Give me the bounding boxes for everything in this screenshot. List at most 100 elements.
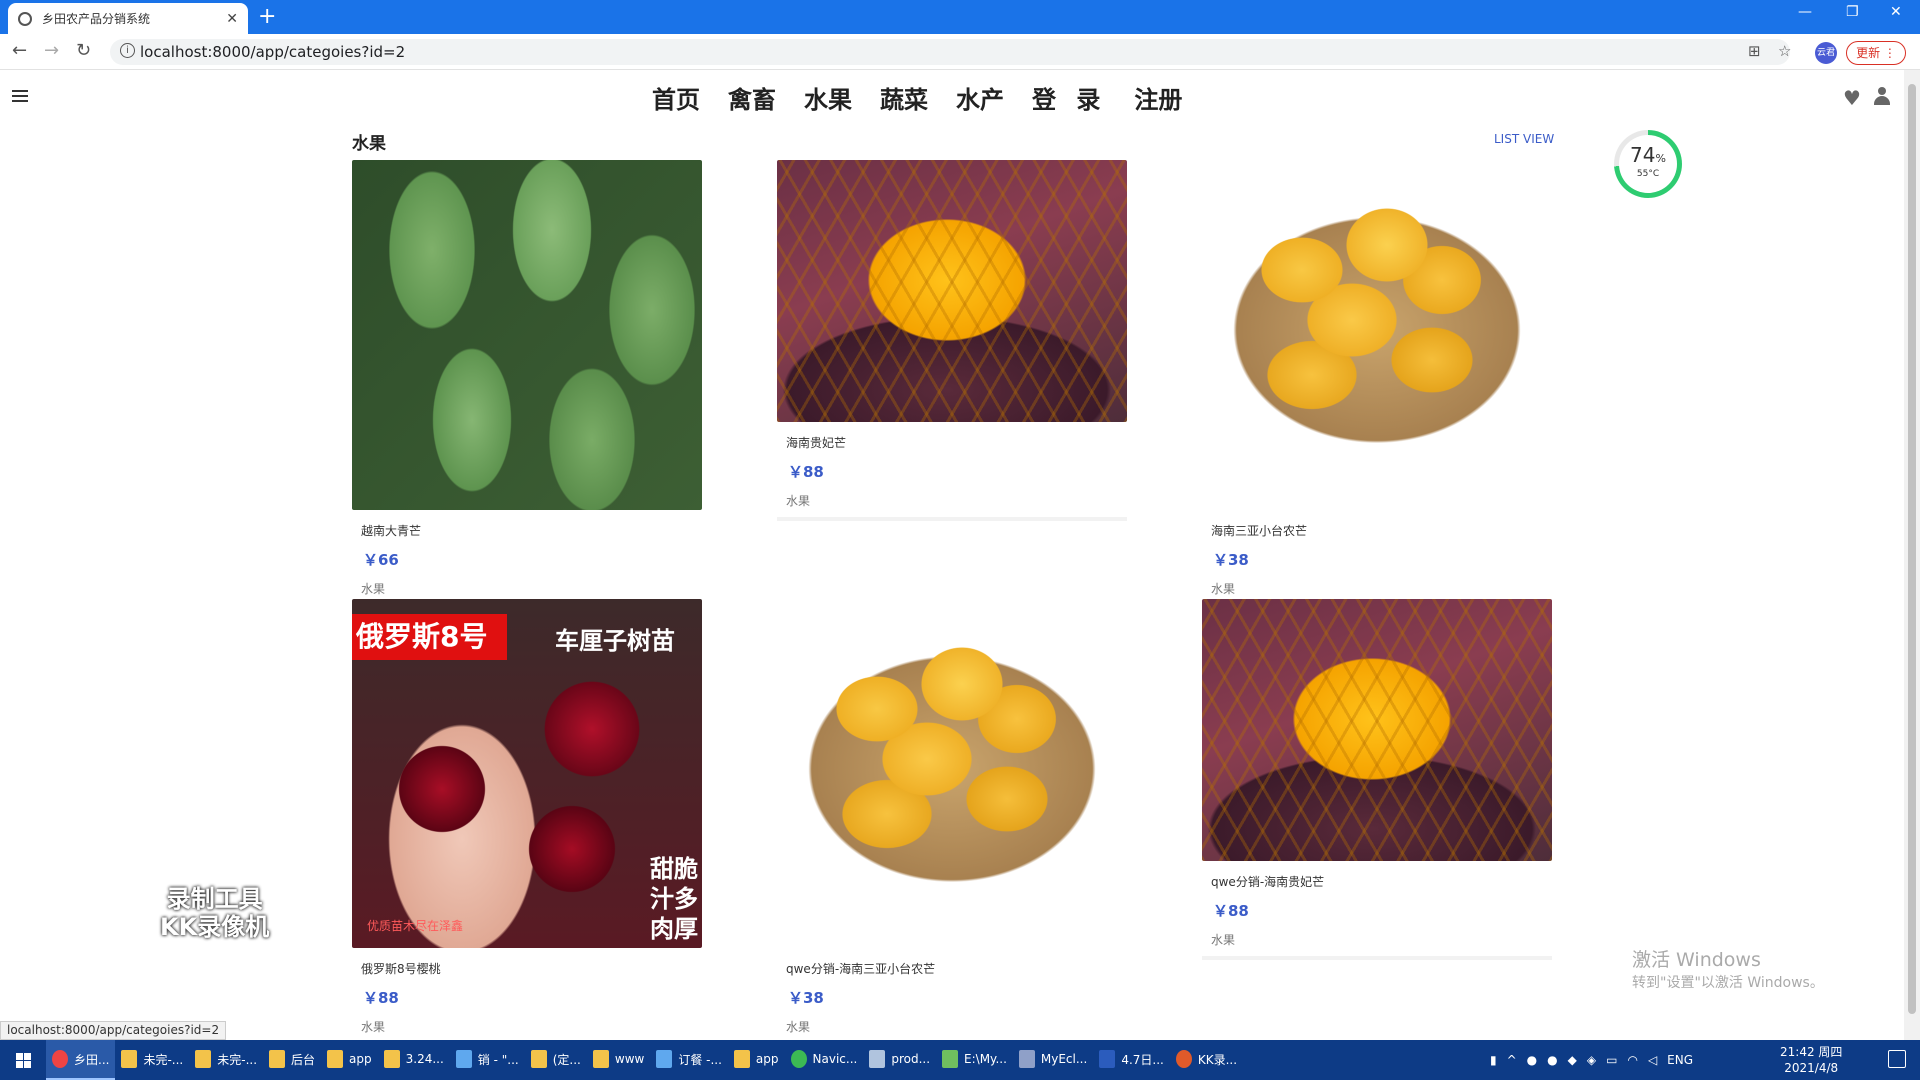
kk-watermark-line1: 录制工具 — [166, 885, 263, 913]
taskbar-item[interactable]: 3.24... — [378, 1040, 450, 1080]
taskbar-item[interactable]: prod... — [863, 1040, 936, 1080]
product-category: 水果 — [786, 1020, 811, 1034]
windows-start-icon[interactable] — [0, 1040, 46, 1080]
product-card[interactable]: 越南大青芒 ￥66 水果 — [352, 160, 702, 597]
new-tab-icon[interactable]: + — [258, 5, 276, 29]
main-nav: 首页 禽畜 水果 蔬菜 水产 登 录 注册 — [652, 80, 1182, 115]
product-name[interactable]: qwe分销-海南贵妃芒 — [1211, 873, 1552, 890]
taskbar-item[interactable]: MyEcl... — [1013, 1040, 1093, 1080]
address-url: localhost:8000/app/categoies?id=2 — [140, 43, 406, 61]
product-card[interactable]: qwe分销-海南三亚小台农芒 ￥38 水果 — [777, 599, 1127, 1035]
product-card[interactable]: qwe分销-海南贵妃芒 ￥88 水果 — [1202, 599, 1552, 960]
list-view-link[interactable]: LIST VIEW — [1494, 132, 1554, 146]
network-icon[interactable]: ▭ — [1606, 1053, 1617, 1067]
image-banner2-text: 车厘子树苗 — [555, 627, 675, 655]
shield-icon[interactable]: ◈ — [1587, 1053, 1596, 1067]
product-image[interactable] — [777, 599, 1127, 948]
nav-register[interactable]: 注册 — [1134, 80, 1182, 115]
product-image[interactable] — [352, 160, 702, 510]
reload-icon[interactable]: ↻ — [76, 40, 91, 61]
taskbar-item[interactable]: (定... — [525, 1040, 587, 1080]
tray-app-icon[interactable]: ● — [1547, 1053, 1557, 1067]
wifi-icon[interactable]: ◠ — [1627, 1053, 1637, 1067]
kk-recorder-icon — [1175, 1050, 1192, 1068]
tab-close-icon[interactable]: ✕ — [226, 11, 238, 27]
taskbar-item[interactable]: 销 - "... — [450, 1040, 525, 1080]
image-banner-text: 俄罗斯8号 — [352, 614, 507, 660]
taskbar-item[interactable]: app — [321, 1040, 378, 1080]
product-name[interactable]: 海南贵妃芒 — [786, 434, 1127, 451]
notification-icon[interactable] — [1888, 1050, 1906, 1068]
product-name[interactable]: 越南大青芒 — [361, 522, 702, 539]
kk-watermark-line2: KK录像机 — [160, 913, 270, 941]
product-image[interactable] — [777, 160, 1127, 422]
folder-icon — [269, 1050, 286, 1068]
taskbar-item[interactable]: app — [728, 1040, 785, 1080]
nav-aquatic[interactable]: 水产 — [956, 80, 1004, 115]
profile-avatar[interactable]: 云君 — [1815, 42, 1837, 64]
taskbar-item[interactable]: 后台 — [263, 1040, 321, 1080]
gauge-percent: 74% — [1630, 143, 1666, 167]
product-image[interactable]: 俄罗斯8号 车厘子树苗 甜脆汁多肉厚 优质苗木尽在泽鑫 — [352, 599, 702, 948]
taskbar-item[interactable]: 4.7日... — [1093, 1040, 1170, 1080]
product-name[interactable]: 俄罗斯8号樱桃 — [361, 960, 702, 977]
translate-icon[interactable]: ⊞ — [1748, 42, 1761, 60]
tray-app-icon[interactable]: ● — [1527, 1053, 1537, 1067]
nav-livestock[interactable]: 禽畜 — [728, 80, 776, 115]
product-card[interactable]: 海南三亚小台农芒 ￥38 水果 — [1202, 160, 1552, 597]
nav-fruit[interactable]: 水果 — [804, 80, 852, 115]
product-image[interactable] — [1202, 599, 1552, 861]
taskbar-item[interactable]: 订餐 -... — [650, 1040, 728, 1080]
clock-time: 21:42 周四 — [1780, 1045, 1843, 1059]
editor-icon — [942, 1050, 959, 1068]
kk-recorder-watermark: 录制工具 KK录像机 — [160, 885, 269, 941]
taskbar-item[interactable]: KK录... — [1170, 1040, 1243, 1080]
taskbar-item[interactable]: 未完-... — [115, 1040, 189, 1080]
update-button[interactable]: 更新 ⋮ — [1846, 41, 1906, 65]
menu-icon[interactable] — [12, 90, 28, 102]
browser-tab[interactable]: 乡田农产品分销系统 ✕ — [8, 3, 248, 34]
minimize-icon[interactable]: — — [1798, 4, 1812, 20]
product-category: 水果 — [1211, 933, 1236, 947]
nav-login[interactable]: 登 录 — [1032, 80, 1106, 115]
taskbar-item[interactable]: 未完-... — [189, 1040, 263, 1080]
volume-icon[interactable]: ◁ — [1648, 1053, 1657, 1067]
back-icon[interactable]: ← — [12, 40, 27, 61]
product-price: ￥88 — [363, 989, 399, 1007]
taskbar-item[interactable]: E:\My... — [936, 1040, 1013, 1080]
site-info-icon[interactable]: i — [120, 43, 135, 58]
product-card[interactable]: 海南贵妃芒 ￥88 水果 — [777, 160, 1127, 521]
star-icon[interactable]: ☆ — [1778, 42, 1791, 60]
tray-expand-icon[interactable]: ^ — [1507, 1053, 1517, 1067]
language-indicator[interactable]: ENG — [1667, 1053, 1693, 1067]
battery-icon[interactable]: ▮ — [1490, 1053, 1497, 1067]
system-tray: ▮ ^ ● ● ◆ ◈ ▭ ◠ ◁ ENG — [1490, 1040, 1693, 1080]
chrome-icon — [52, 1050, 68, 1068]
user-icon[interactable] — [1874, 87, 1890, 105]
cpu-gauge: 74% 55°C — [1614, 130, 1682, 198]
bell-icon[interactable]: ◆ — [1568, 1053, 1577, 1067]
window-close-icon[interactable]: ✕ — [1890, 4, 1902, 20]
taskbar-item[interactable]: 乡田... — [46, 1040, 116, 1080]
nav-vegetables[interactable]: 蔬菜 — [880, 80, 928, 115]
nav-home[interactable]: 首页 — [652, 80, 700, 115]
app-icon — [656, 1050, 673, 1068]
scrollbar-thumb[interactable] — [1908, 84, 1916, 1014]
restore-icon[interactable]: ❐ — [1846, 4, 1859, 20]
product-name[interactable]: qwe分销-海南三亚小台农芒 — [786, 960, 1127, 977]
taskbar-clock[interactable]: 21:42 周四 2021/4/8 — [1780, 1044, 1842, 1076]
taskbar-item[interactable]: www — [587, 1040, 650, 1080]
address-bar[interactable]: i localhost:8000/app/categoies?id=2 — [110, 39, 1790, 65]
gauge-temp: 55°C — [1636, 169, 1660, 179]
product-card[interactable]: 俄罗斯8号 车厘子树苗 甜脆汁多肉厚 优质苗木尽在泽鑫 俄罗斯8号樱桃 ￥88 … — [352, 599, 702, 1035]
product-price: ￥66 — [363, 551, 399, 569]
page-scrollbar[interactable] — [1904, 70, 1920, 1040]
card-divider — [777, 517, 1127, 521]
image-foot-text: 优质苗木尽在泽鑫 — [367, 919, 464, 933]
heart-icon[interactable]: ♥ — [1843, 86, 1861, 110]
product-price: ￥38 — [788, 989, 824, 1007]
forward-icon[interactable]: → — [44, 40, 59, 61]
product-image[interactable] — [1202, 160, 1552, 510]
product-name[interactable]: 海南三亚小台农芒 — [1211, 522, 1552, 539]
taskbar-item[interactable]: Navic... — [785, 1040, 864, 1080]
